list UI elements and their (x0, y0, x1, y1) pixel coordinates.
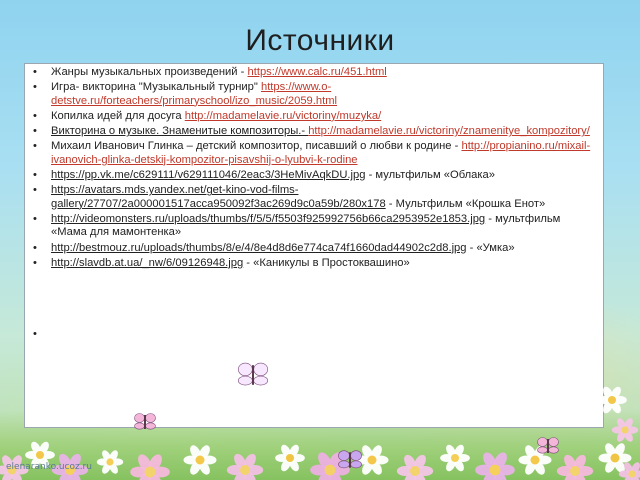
flower-icon (355, 445, 389, 475)
flower-icon (597, 386, 627, 414)
butterfly-icon (537, 437, 559, 454)
flower-icon (475, 452, 515, 480)
flower-icon (130, 454, 170, 480)
butterfly-icon (134, 413, 156, 430)
flower-icon (226, 453, 264, 480)
flower-icon (396, 454, 434, 480)
decoration-layer (0, 362, 640, 480)
butterfly-icon (238, 362, 269, 386)
flower-icon (440, 444, 470, 472)
watermark-text: elenaranko.ucoz.ru (6, 462, 92, 472)
flower-icon (183, 445, 217, 475)
flower-icon (556, 454, 594, 480)
butterfly-icon (338, 450, 362, 469)
flower-icon (96, 450, 124, 474)
flower-icon (275, 444, 305, 472)
flower-icon (611, 418, 639, 442)
